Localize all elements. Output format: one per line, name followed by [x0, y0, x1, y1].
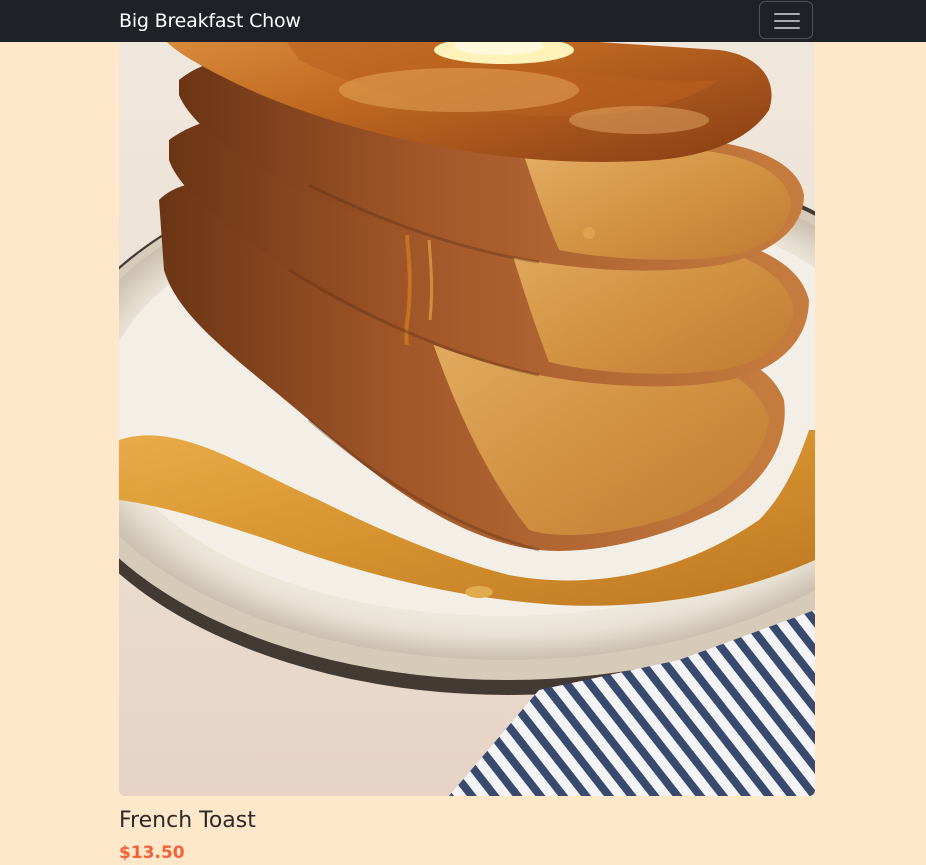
top-navbar: Big Breakfast Chow — [0, 0, 926, 42]
french-toast-photo — [119, 0, 815, 796]
brand-link[interactable]: Big Breakfast Chow — [119, 9, 301, 33]
menu-item-price: $13.50 — [119, 843, 185, 863]
navbar-toggle-button[interactable] — [759, 1, 813, 39]
menu-item-name: French Toast — [119, 808, 256, 833]
